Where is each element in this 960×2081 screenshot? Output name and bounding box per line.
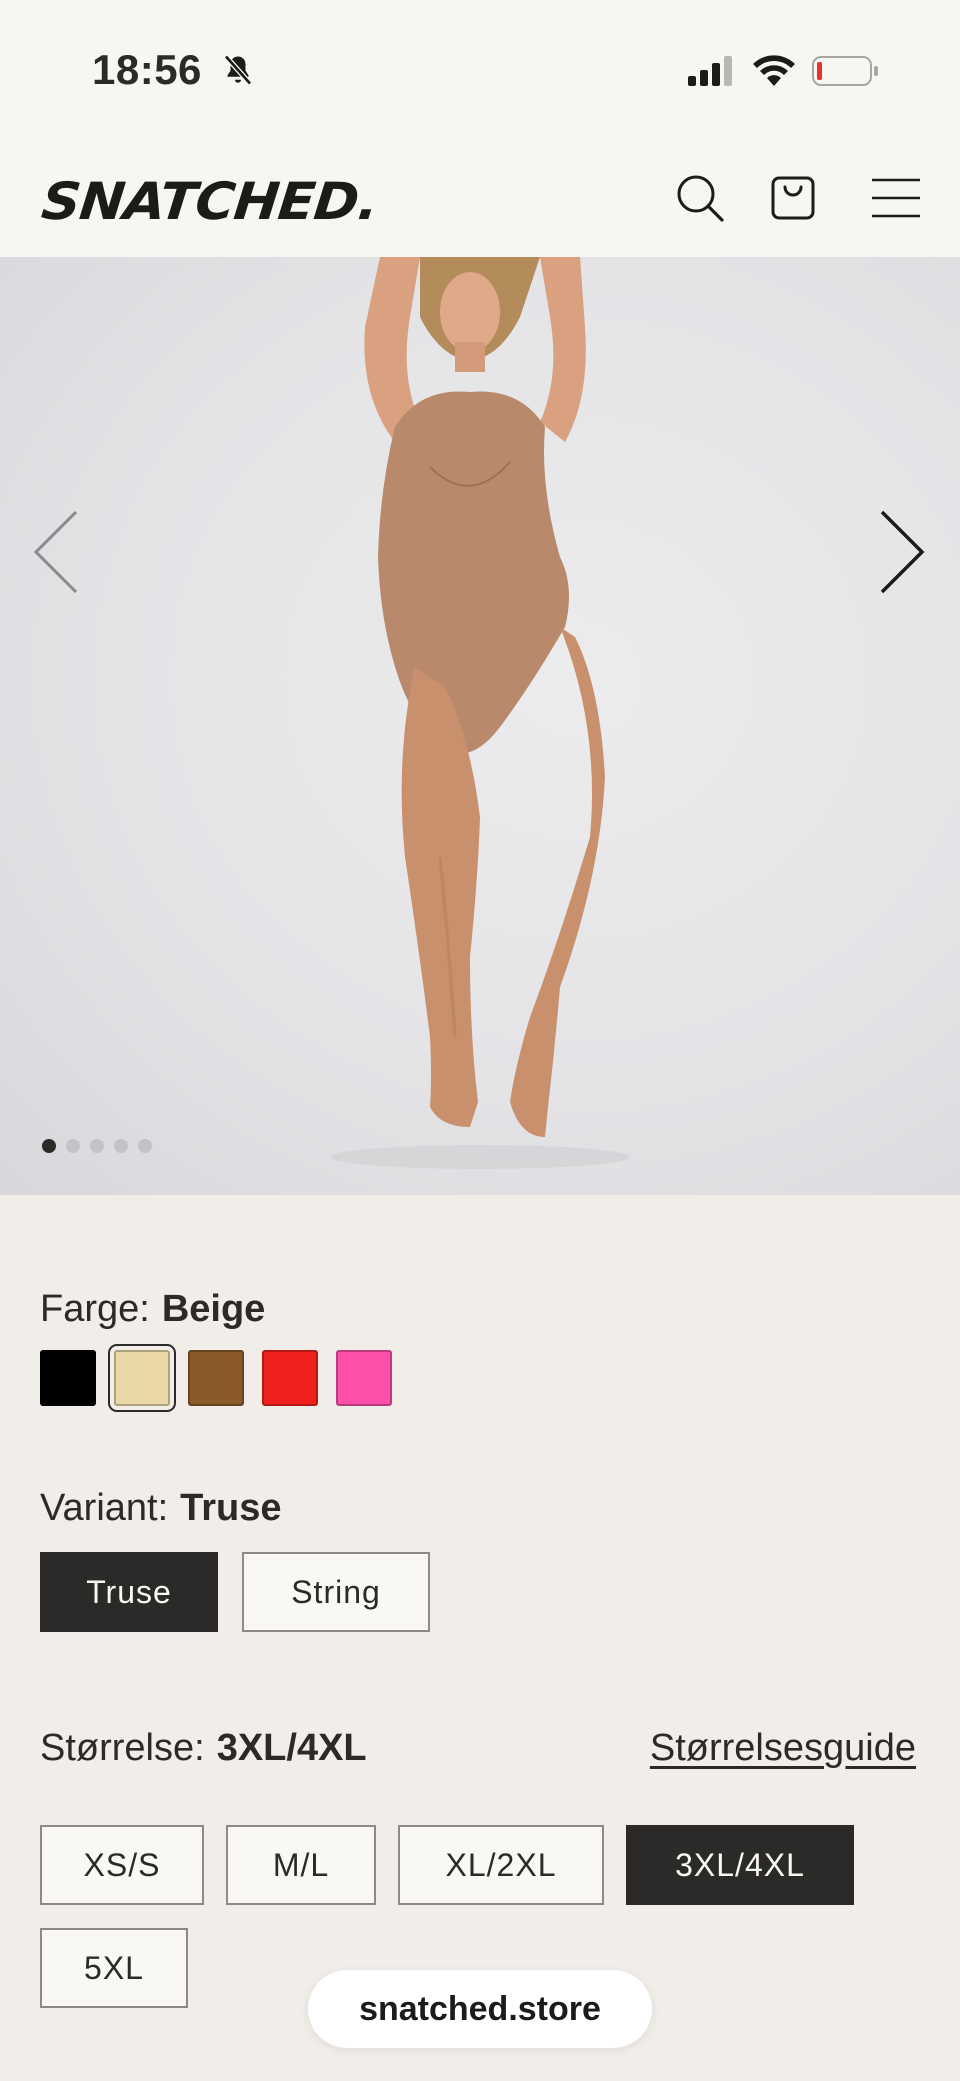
- gallery-dots: [42, 1139, 152, 1153]
- gallery-dot[interactable]: [42, 1139, 56, 1153]
- swatch-beige[interactable]: [108, 1344, 176, 1412]
- size-label: Størrelse:: [40, 1727, 205, 1769]
- size-3xl-4xl-button[interactable]: 3XL/4XL: [626, 1825, 854, 1905]
- gallery-dot[interactable]: [114, 1139, 128, 1153]
- wifi-icon: [753, 55, 795, 86]
- cart-icon[interactable]: [768, 172, 820, 224]
- bell-off-icon: [224, 54, 252, 86]
- browser-url-bar[interactable]: snatched.store: [308, 1970, 652, 2048]
- variant-option-label: Variant: Truse: [40, 1487, 282, 1530]
- status-bar: 18:56: [0, 0, 960, 140]
- variant-value: Truse: [180, 1487, 282, 1529]
- size-5xl-button[interactable]: 5XL: [40, 1928, 188, 2008]
- battery-icon: [812, 56, 878, 86]
- swatch-black[interactable]: [40, 1350, 96, 1406]
- variant-truse-button[interactable]: Truse: [40, 1552, 218, 1632]
- swatch-red[interactable]: [262, 1350, 318, 1406]
- size-value: 3XL/4XL: [216, 1727, 367, 1769]
- product-gallery[interactable]: [0, 257, 960, 1195]
- product-image: [330, 257, 630, 1169]
- variant-label: Variant:: [40, 1487, 169, 1529]
- color-label: Farge:: [40, 1288, 150, 1330]
- size-xs-s-button[interactable]: XS/S: [40, 1825, 204, 1905]
- next-image-arrow[interactable]: [874, 502, 934, 602]
- signal-icon: [688, 56, 732, 86]
- size-option-label: Størrelse: 3XL/4XL: [40, 1727, 367, 1770]
- color-swatches: [40, 1344, 392, 1412]
- size-options-row2: 5XL: [40, 1928, 188, 2008]
- size-m-l-button[interactable]: M/L: [226, 1825, 376, 1905]
- previous-image-arrow[interactable]: [24, 502, 84, 602]
- color-option-label: Farge: Beige: [40, 1288, 265, 1331]
- swatch-brown[interactable]: [188, 1350, 244, 1406]
- size-guide-link[interactable]: Størrelsesguide: [650, 1727, 916, 1770]
- menu-icon[interactable]: [870, 172, 922, 224]
- color-value: Beige: [161, 1288, 266, 1330]
- size-options: XS/S M/L XL/2XL 3XL/4XL: [40, 1825, 854, 1905]
- status-time: 18:56: [92, 46, 202, 93]
- variant-options: Truse String: [40, 1552, 430, 1632]
- variant-string-button[interactable]: String: [242, 1552, 430, 1632]
- size-xl-2xl-button[interactable]: XL/2XL: [398, 1825, 604, 1905]
- swatch-pink[interactable]: [336, 1350, 392, 1406]
- gallery-dot[interactable]: [138, 1139, 152, 1153]
- gallery-dot[interactable]: [66, 1139, 80, 1153]
- gallery-dot[interactable]: [90, 1139, 104, 1153]
- brand-logo[interactable]: SNATCHED.: [39, 172, 381, 232]
- search-icon[interactable]: [674, 172, 726, 224]
